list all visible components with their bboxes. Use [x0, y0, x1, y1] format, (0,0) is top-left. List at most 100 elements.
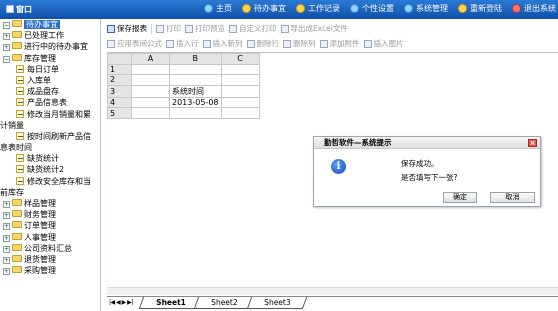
sidebar-item-edit-sales-cont[interactable]: 计销量 — [0, 120, 100, 131]
collapse-icon[interactable]: − — [3, 22, 10, 29]
excel-icon — [280, 24, 289, 33]
sidebar-item-refresh-product[interactable]: 按时间刷新产品信 — [0, 131, 100, 142]
cell[interactable] — [131, 107, 170, 119]
delete-column-button[interactable]: 删除列 — [283, 38, 316, 49]
print-icon — [156, 24, 164, 33]
expand-icon[interactable]: + — [3, 44, 10, 52]
expand-icon[interactable]: + — [3, 234, 10, 242]
expand-icon[interactable]: + — [3, 212, 10, 220]
cell[interactable] — [131, 63, 170, 76]
cell[interactable]: 2013-05-08 — [169, 96, 222, 109]
tab-sheet1[interactable]: Sheet1 — [138, 297, 203, 309]
insert-image-button[interactable]: 插入图片 — [363, 38, 404, 49]
row-header[interactable]: 5 — [107, 107, 132, 119]
sidebar-item-hr[interactable]: + 人事管理 — [0, 232, 100, 243]
cell[interactable] — [220, 63, 260, 76]
cell[interactable] — [169, 107, 222, 119]
row-header[interactable]: 2 — [107, 74, 132, 86]
ok-button[interactable]: 确定 — [443, 192, 477, 203]
row-header[interactable]: 3 — [107, 84, 132, 98]
nav-settings[interactable]: 个性设置 — [350, 3, 394, 14]
nav-home[interactable]: 主页 — [204, 3, 232, 14]
corner-cell[interactable] — [107, 53, 132, 65]
form-icon — [16, 64, 24, 73]
custom-print-button[interactable]: 自定义打印 — [229, 23, 277, 34]
sheet-nav-buttons[interactable]: |◀ ◀ ▶ ▶| — [107, 297, 135, 306]
sidebar-item-shortage2[interactable]: 缺货统计2 — [0, 164, 100, 175]
expand-icon[interactable]: + — [3, 245, 10, 253]
sidebar-item-product-info[interactable]: 产品信息表 — [0, 97, 100, 108]
sidebar-item-done[interactable]: + 已处理工作 — [0, 30, 100, 41]
sidebar-item-todo[interactable]: − 待办事宜 — [0, 19, 100, 30]
cell[interactable] — [220, 84, 260, 98]
sidebar-item-shortage[interactable]: 缺货统计 — [0, 153, 100, 164]
sidebar-item-edit-sales[interactable]: 修改当月销量和累 — [0, 109, 100, 120]
add-attachment-button[interactable]: 添加附件 — [319, 38, 360, 49]
row-header[interactable]: 4 — [107, 96, 132, 109]
sidebar-item-product-count[interactable]: 成品盘存 — [0, 86, 100, 97]
cell[interactable] — [220, 107, 260, 119]
save-report-button[interactable]: 保存报表 — [107, 23, 147, 34]
export-excel-button[interactable]: 导出成Excel文件 — [280, 23, 348, 34]
info-icon: i — [331, 159, 346, 174]
close-icon[interactable]: × — [528, 139, 537, 147]
sidebar-tree: − 待办事宜 + 已处理工作 + 进行中的待办事宜 − 库存管理 每日订单 入库单 成品… — [0, 19, 101, 311]
column-header-a[interactable]: A — [131, 53, 170, 65]
nav-relogin[interactable]: 重新登陆 — [458, 3, 502, 14]
dialog-title: 勤哲软件—系统提示 × — [314, 137, 540, 149]
sidebar-item-purchasing[interactable]: + 采购管理 — [0, 265, 100, 276]
sidebar-item-company-info[interactable]: + 公司资料汇总 — [0, 243, 100, 254]
sidebar-item-inventory[interactable]: − 库存管理 — [0, 53, 100, 64]
cell[interactable] — [131, 96, 170, 109]
sidebar-item-finance[interactable]: + 财务管理 — [0, 209, 100, 220]
tab-sheet3[interactable]: Sheet3 — [246, 297, 308, 309]
sidebar-item-stock-in[interactable]: 入库单 — [0, 75, 100, 86]
cell[interactable] — [131, 84, 170, 98]
delete-row-button[interactable]: 删除行 — [246, 38, 279, 49]
column-header-c[interactable]: C — [220, 53, 260, 65]
nav-exit[interactable]: 退出系统 — [512, 3, 556, 14]
sidebar-item-samples[interactable]: + 样品管理 — [0, 198, 100, 209]
row-header[interactable]: 1 — [107, 63, 132, 76]
print-button[interactable]: 打印 — [156, 23, 181, 34]
cancel-button[interactable]: 取消 — [490, 192, 535, 203]
folder-icon — [12, 42, 22, 50]
cell[interactable] — [169, 63, 222, 76]
horizontal-scrollbar[interactable] — [107, 287, 558, 295]
insert-row-button[interactable]: 插入行 — [166, 38, 199, 49]
insert-column-icon — [202, 39, 211, 48]
column-header-b[interactable]: B — [169, 53, 222, 65]
sidebar-item-daily-orders[interactable]: 每日订单 — [0, 64, 100, 75]
preview-icon — [185, 24, 193, 33]
custom-print-icon — [229, 24, 237, 33]
cell[interactable] — [220, 74, 260, 86]
tab-sheet2[interactable]: Sheet2 — [194, 297, 256, 309]
expand-icon[interactable]: + — [3, 256, 10, 264]
sidebar-item-returns[interactable]: + 退货管理 — [0, 254, 100, 265]
folder-icon — [12, 232, 22, 240]
nav-system[interactable]: 系统管理 — [404, 3, 448, 14]
expand-icon[interactable]: + — [3, 33, 10, 41]
sidebar-item-orders[interactable]: + 订单管理 — [0, 220, 100, 231]
top-nav-menu: 主页 待办事宜 工作记录 个性设置 系统管理 重新登陆 退出系统 — [204, 3, 556, 14]
sidebar-item-refresh-product-cont[interactable]: 息表时间 — [0, 142, 100, 153]
sidebar-item-inprogress[interactable]: + 进行中的待办事宜 — [0, 41, 100, 52]
print-preview-button[interactable]: 打印预览 — [185, 23, 225, 34]
nav-todo[interactable]: 待办事宜 — [242, 3, 286, 14]
apply-formula-button[interactable]: 应用表间公式 — [107, 38, 162, 49]
exit-icon — [512, 4, 521, 13]
expand-icon[interactable]: + — [3, 268, 10, 276]
table-row: 1 — [107, 63, 260, 76]
cell[interactable] — [220, 96, 260, 109]
collapse-icon[interactable]: − — [3, 55, 10, 63]
insert-column-button[interactable]: 插入新列 — [202, 38, 243, 49]
table-row: 3 系统时间 — [107, 84, 260, 98]
sidebar-item-safety-stock[interactable]: 修改安全库存和当 — [0, 176, 100, 187]
cell[interactable]: 系统时间 — [169, 84, 222, 98]
nav-worklog[interactable]: 工作记录 — [296, 3, 340, 14]
expand-icon[interactable]: + — [3, 201, 10, 208]
sidebar-item-safety-stock-cont[interactable]: 前库存 — [0, 187, 100, 198]
expand-icon[interactable]: + — [3, 223, 10, 231]
cell[interactable] — [169, 74, 222, 86]
cell[interactable] — [131, 74, 170, 86]
